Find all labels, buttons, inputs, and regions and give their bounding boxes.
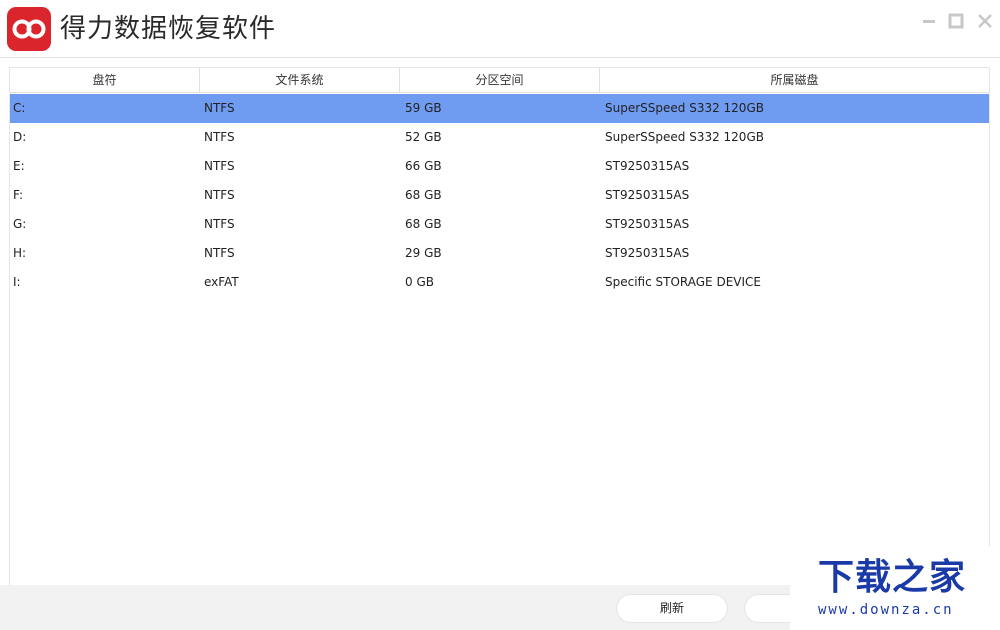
infinity-logo-icon — [12, 19, 46, 39]
table-row[interactable]: G: NTFS 68 GB ST9250315AS — [10, 210, 989, 239]
partition-size: 66 GB — [405, 159, 442, 173]
column-header-disk[interactable]: 所属磁盘 — [600, 68, 989, 93]
file-system: NTFS — [204, 188, 235, 202]
drive-letter: C: — [13, 101, 26, 115]
partition-size: 52 GB — [405, 130, 442, 144]
disk-name: SuperSSpeed S332 120GB — [605, 130, 764, 144]
file-system: NTFS — [204, 159, 235, 173]
table-header: 盘符 文件系统 分区空间 所属磁盘 — [10, 68, 989, 93]
table-row[interactable]: F: NTFS 68 GB ST9250315AS — [10, 181, 989, 210]
partition-size: 68 GB — [405, 188, 442, 202]
disk-name: ST9250315AS — [605, 217, 690, 231]
minimize-icon — [923, 20, 935, 23]
table-row[interactable]: D: NTFS 52 GB SuperSSpeed S332 120GB — [10, 123, 989, 152]
partition-size: 59 GB — [405, 101, 442, 115]
maximize-button[interactable] — [947, 12, 965, 30]
column-header-size[interactable]: 分区空间 — [400, 68, 600, 93]
table-row[interactable]: C: NTFS 59 GB SuperSSpeed S332 120GB — [10, 94, 989, 123]
app-logo — [7, 7, 51, 51]
column-header-drive[interactable]: 盘符 — [10, 68, 200, 93]
file-system: NTFS — [204, 217, 235, 231]
table-row[interactable]: I: exFAT 0 GB Specific STORAGE DEVICE — [10, 268, 989, 297]
partition-size: 29 GB — [405, 246, 442, 260]
watermark-url: www.downza.cn — [818, 602, 954, 618]
partition-size: 68 GB — [405, 217, 442, 231]
drive-letter: H: — [13, 246, 27, 260]
drive-letter: E: — [13, 159, 25, 173]
minimize-button[interactable] — [920, 12, 938, 30]
drive-table: 盘符 文件系统 分区空间 所属磁盘 C: NTFS 59 GB SuperSSp… — [9, 67, 990, 585]
file-system: exFAT — [204, 275, 239, 289]
column-header-filesystem[interactable]: 文件系统 — [200, 68, 400, 93]
file-system: NTFS — [204, 101, 235, 115]
drive-letter: I: — [13, 275, 21, 289]
maximize-icon — [948, 13, 964, 29]
app-title: 得力数据恢复软件 — [60, 14, 277, 44]
partition-size: 0 GB — [405, 275, 434, 289]
disk-name: SuperSSpeed S332 120GB — [605, 101, 764, 115]
disk-name: ST9250315AS — [605, 188, 690, 202]
drive-letter: F: — [13, 188, 24, 202]
disk-name: Specific STORAGE DEVICE — [605, 275, 761, 289]
close-icon — [978, 14, 992, 28]
title-bar: 得力数据恢复软件 — [0, 0, 1000, 58]
drive-letter: D: — [13, 130, 27, 144]
drive-letter: G: — [13, 217, 27, 231]
disk-name: ST9250315AS — [605, 246, 690, 260]
table-row[interactable]: H: NTFS 29 GB ST9250315AS — [10, 239, 989, 268]
table-row[interactable]: E: NTFS 66 GB ST9250315AS — [10, 152, 989, 181]
site-watermark: 下载之家 www.downza.cn — [790, 546, 1000, 630]
file-system: NTFS — [204, 246, 235, 260]
watermark-title: 下载之家 — [818, 557, 967, 598]
refresh-button[interactable]: 刷新 — [617, 595, 727, 622]
close-button[interactable] — [976, 12, 994, 30]
disk-name: ST9250315AS — [605, 159, 690, 173]
file-system: NTFS — [204, 130, 235, 144]
